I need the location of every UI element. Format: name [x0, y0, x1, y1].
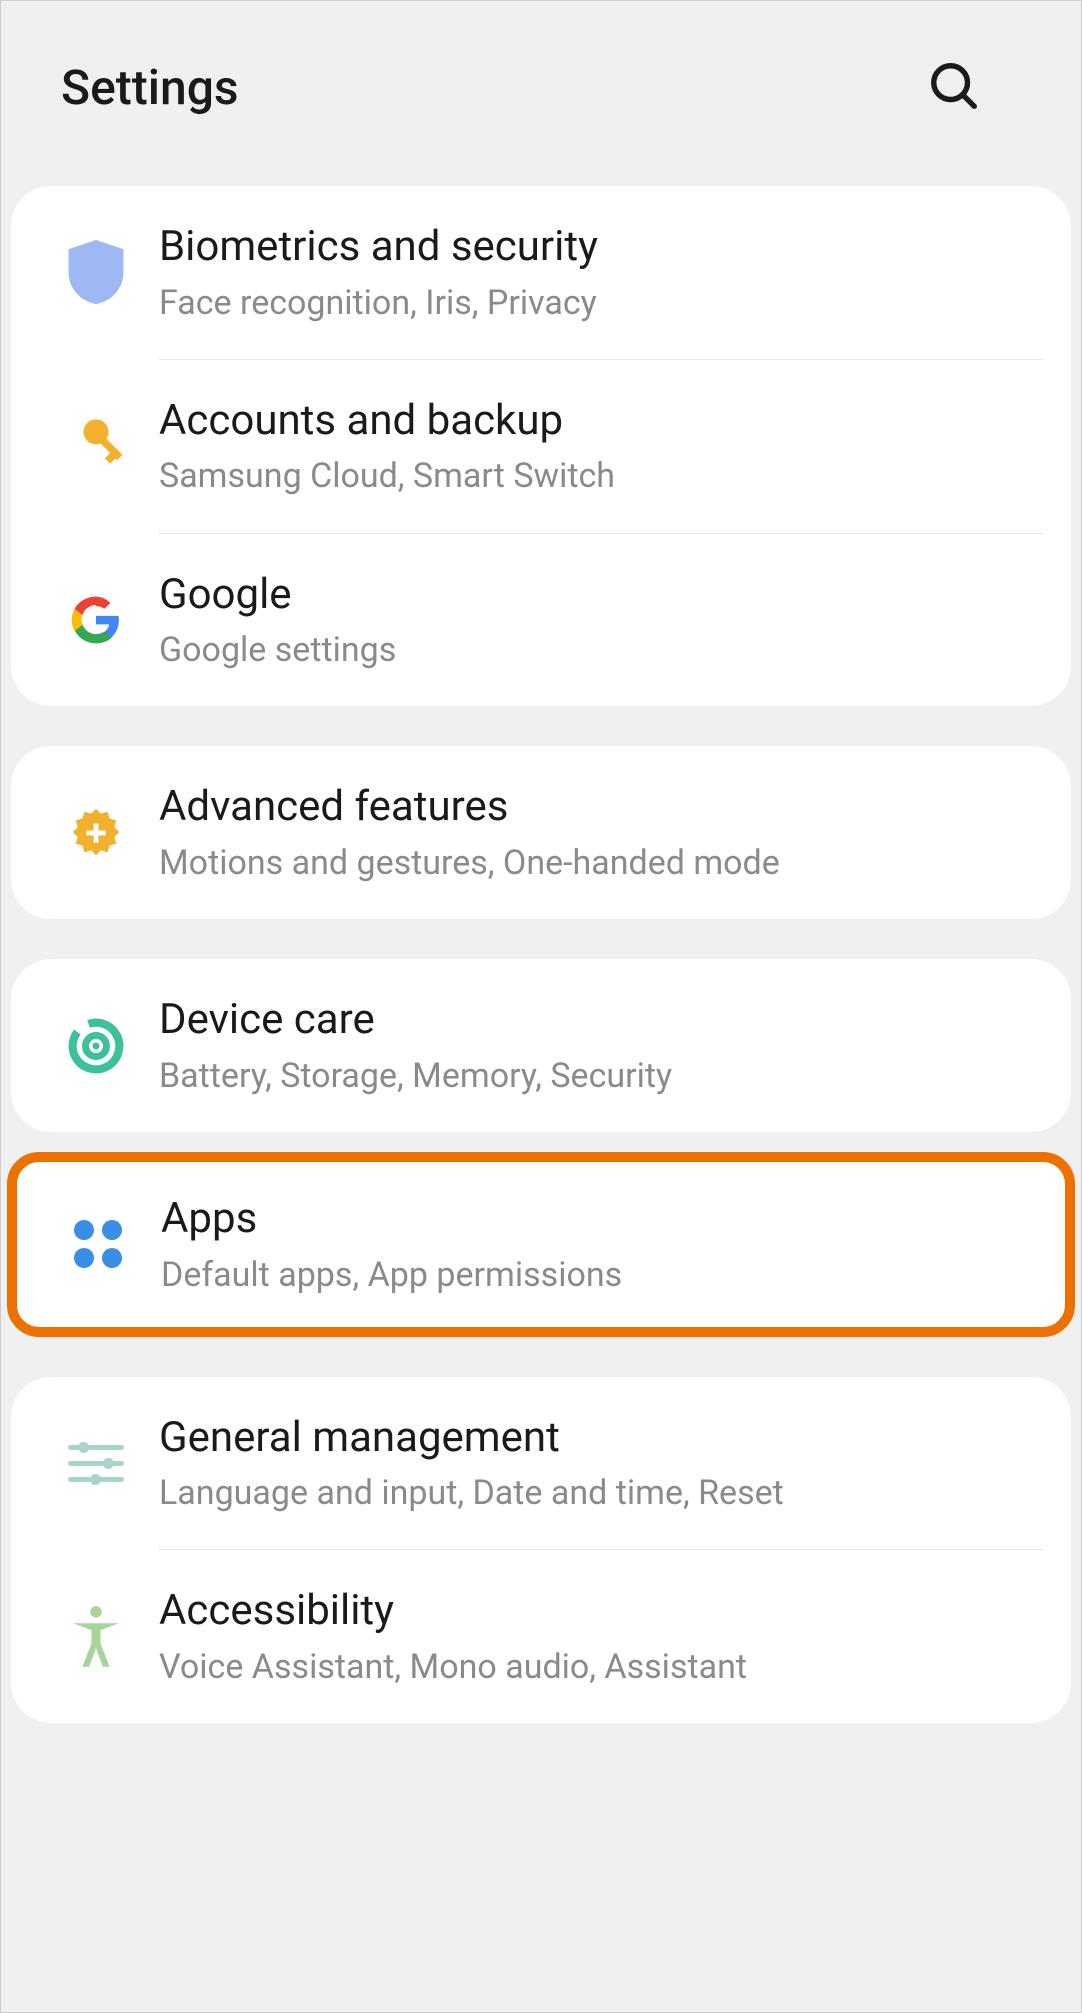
item-title: Google — [159, 568, 1031, 623]
item-title: Advanced features — [159, 780, 1031, 835]
settings-item-google[interactable]: Google Google settings — [11, 534, 1071, 707]
settings-header: Settings — [1, 1, 1081, 186]
search-button[interactable] — [917, 49, 991, 126]
item-text: Accessibility Voice Assistant, Mono audi… — [151, 1584, 1031, 1689]
settings-item-apps-highlighted: Apps Default apps, App permissions — [7, 1152, 1075, 1337]
item-text: Device care Battery, Storage, Memory, Se… — [151, 993, 1031, 1098]
accessibility-icon — [41, 1605, 151, 1669]
item-text: Accounts and backup Samsung Cloud, Smart… — [151, 394, 1031, 499]
settings-item-biometrics[interactable]: Biometrics and security Face recognition… — [11, 186, 1071, 359]
settings-group: Advanced features Motions and gestures, … — [11, 746, 1071, 919]
item-subtitle: Motions and gestures, One-handed mode — [159, 841, 1031, 885]
item-subtitle: Google settings — [159, 628, 1031, 672]
item-text: Biometrics and security Face recognition… — [151, 220, 1031, 325]
settings-item-accessibility[interactable]: Accessibility Voice Assistant, Mono audi… — [11, 1550, 1071, 1723]
settings-item-apps[interactable]: Apps Default apps, App permissions — [17, 1162, 1065, 1327]
item-subtitle: Battery, Storage, Memory, Security — [159, 1054, 1031, 1098]
gear-plus-icon — [41, 804, 151, 862]
item-text: Apps Default apps, App permissions — [153, 1192, 1025, 1297]
shield-icon — [41, 240, 151, 304]
item-text: Advanced features Motions and gestures, … — [151, 780, 1031, 885]
search-icon — [927, 101, 981, 116]
item-title: Biometrics and security — [159, 220, 1031, 275]
google-icon — [41, 592, 151, 648]
settings-item-accounts[interactable]: Accounts and backup Samsung Cloud, Smart… — [11, 360, 1071, 533]
item-subtitle: Default apps, App permissions — [161, 1253, 1025, 1297]
item-title: Accessibility — [159, 1584, 1031, 1639]
item-title: Accounts and backup — [159, 394, 1031, 449]
key-icon — [41, 416, 151, 476]
settings-group: General management Language and input, D… — [11, 1377, 1071, 1724]
item-subtitle: Face recognition, Iris, Privacy — [159, 281, 1031, 325]
item-title: Apps — [161, 1192, 1025, 1247]
item-subtitle: Language and input, Date and time, Reset — [159, 1471, 1031, 1515]
item-text: General management Language and input, D… — [151, 1411, 1031, 1516]
settings-item-general[interactable]: General management Language and input, D… — [11, 1377, 1071, 1550]
item-text: Google Google settings — [151, 568, 1031, 673]
item-subtitle: Voice Assistant, Mono audio, Assistant — [159, 1645, 1031, 1689]
item-subtitle: Samsung Cloud, Smart Switch — [159, 454, 1031, 498]
settings-item-device-care[interactable]: Device care Battery, Storage, Memory, Se… — [11, 959, 1071, 1132]
item-title: General management — [159, 1411, 1031, 1466]
item-title: Device care — [159, 993, 1031, 1048]
apps-icon — [43, 1218, 153, 1270]
settings-group: Biometrics and security Face recognition… — [11, 186, 1071, 706]
settings-group: Device care Battery, Storage, Memory, Se… — [11, 959, 1071, 1132]
sliders-icon — [41, 1439, 151, 1487]
device-care-icon — [41, 1018, 151, 1074]
settings-item-advanced[interactable]: Advanced features Motions and gestures, … — [11, 746, 1071, 919]
page-title: Settings — [61, 59, 239, 116]
